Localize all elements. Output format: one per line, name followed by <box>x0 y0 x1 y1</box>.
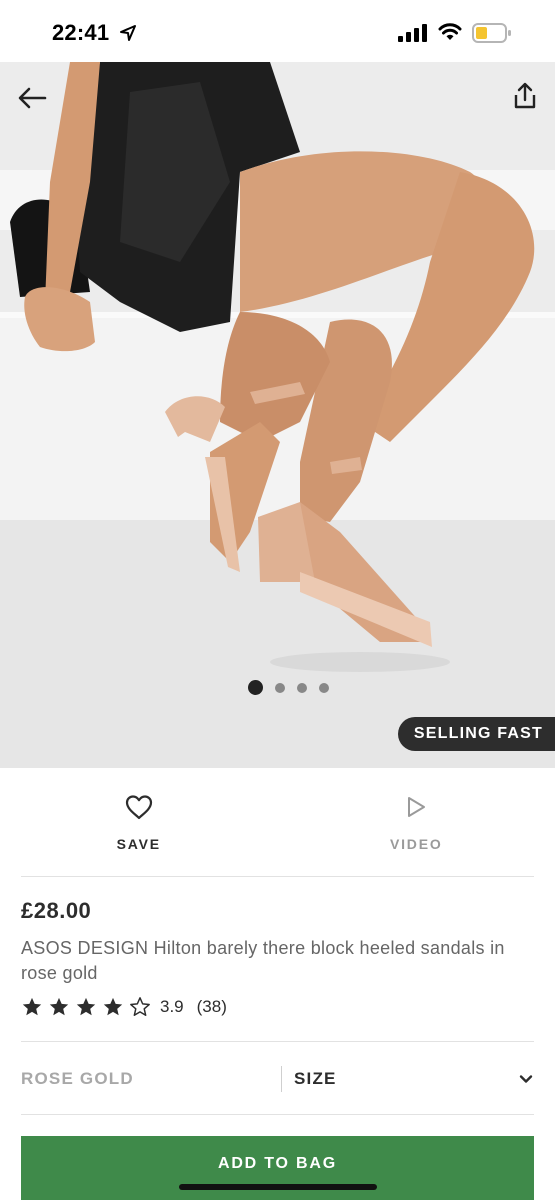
divider <box>21 1041 534 1042</box>
video-button[interactable]: VIDEO <box>278 768 555 876</box>
wifi-icon <box>438 23 462 40</box>
add-to-bag-button[interactable]: ADD TO BAG <box>21 1136 534 1200</box>
size-label: SIZE <box>294 1069 337 1088</box>
arrow-left-icon <box>18 87 47 109</box>
rating-value: 3.9 <box>160 997 184 1016</box>
share-button[interactable] <box>507 78 543 114</box>
divider <box>21 1114 534 1115</box>
status-time: 22:41 <box>52 20 110 45</box>
home-indicator[interactable] <box>179 1184 377 1190</box>
pagination-dot-4[interactable] <box>319 682 329 693</box>
rating-count: (38) <box>196 997 227 1016</box>
divider <box>21 876 534 877</box>
size-dropdown[interactable]: SIZE <box>282 1069 534 1089</box>
pagination-dot-3[interactable] <box>297 682 307 693</box>
carousel-pagination <box>0 680 555 695</box>
location-arrow-icon <box>120 25 136 41</box>
chevron-down-icon <box>519 1075 533 1083</box>
save-label: SAVE <box>116 836 161 852</box>
product-photo <box>0 62 555 768</box>
star-outline-icon <box>130 997 150 1016</box>
battery-icon <box>472 23 511 43</box>
selling-fast-badge: SELLING FAST <box>397 717 555 751</box>
star-filled-icon <box>49 997 69 1016</box>
star-filled-icon <box>76 997 96 1016</box>
product-rating[interactable]: 3.9 (38) <box>21 996 227 1018</box>
cellular-signal-icon <box>398 24 427 42</box>
save-button[interactable]: SAVE <box>0 768 278 876</box>
pagination-dot-1[interactable] <box>248 680 263 695</box>
video-label: VIDEO <box>389 836 443 852</box>
product-actions: SAVE VIDEO <box>0 768 555 876</box>
share-icon <box>514 82 536 109</box>
play-icon <box>408 797 426 817</box>
product-title: ASOS DESIGN Hilton barely there block he… <box>21 938 505 983</box>
product-price: £28.00 <box>21 898 92 923</box>
heart-icon <box>125 795 152 820</box>
variant-selectors: ROSE GOLD SIZE <box>21 1058 534 1100</box>
star-filled-icon <box>22 997 42 1016</box>
pagination-dot-2[interactable] <box>275 682 285 693</box>
product-image-carousel[interactable]: SELLING FAST <box>0 62 555 768</box>
back-button[interactable] <box>14 80 50 116</box>
status-bar: 22:41 <box>0 0 555 62</box>
colour-label: ROSE GOLD <box>21 1066 282 1092</box>
star-filled-icon <box>103 997 123 1016</box>
